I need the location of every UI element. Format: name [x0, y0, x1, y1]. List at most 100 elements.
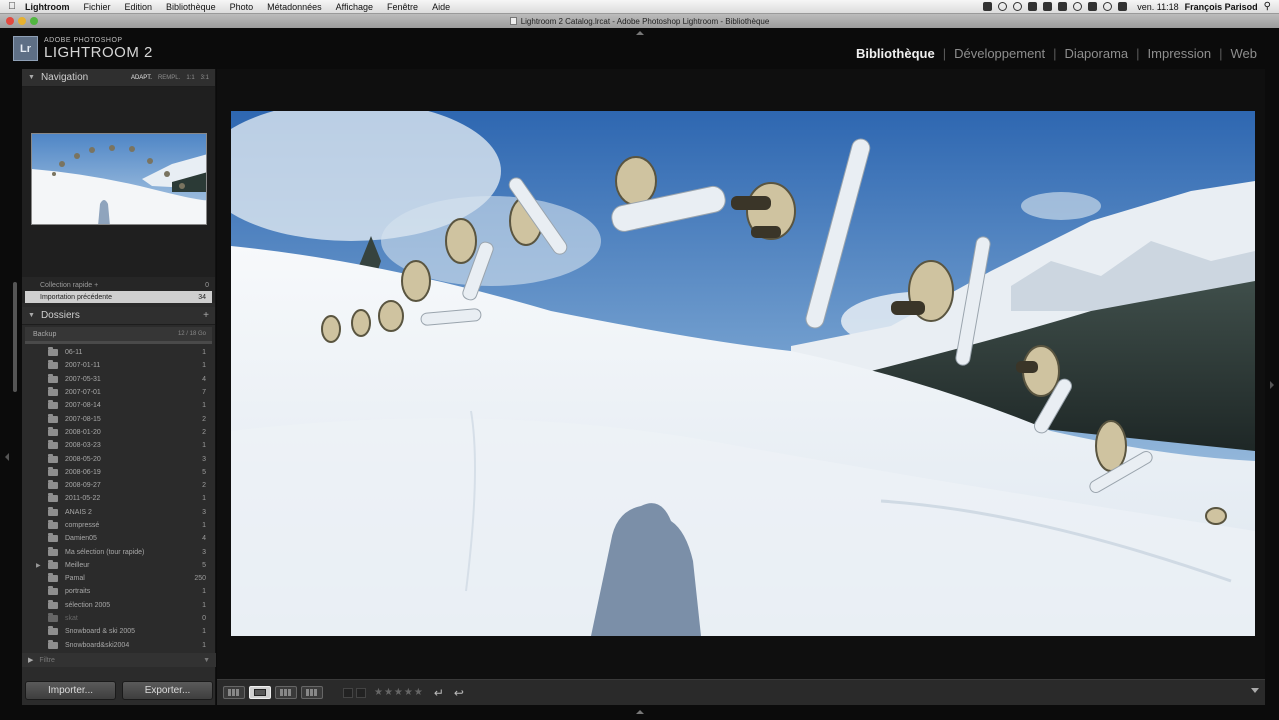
add-folder-icon[interactable]: +	[203, 310, 209, 321]
folder-item[interactable]: Snowboard & ski 2005 1	[22, 625, 215, 638]
folder-name: 2008-09-27	[65, 482, 101, 490]
folder-item[interactable]: sélection 2005 1	[22, 599, 215, 612]
left-panel-scrollbar[interactable]	[13, 282, 17, 392]
folder-icon	[48, 347, 58, 357]
loupe-view-button[interactable]	[249, 686, 271, 699]
module-bibliotheque[interactable]: Bibliothèque	[848, 46, 943, 61]
zoom-fit-option[interactable]: ADAPT.	[131, 75, 152, 81]
disclosure-triangle-icon[interactable]: ▼	[28, 312, 35, 319]
filter-dropdown-icon[interactable]: ▼	[203, 657, 210, 664]
menu-app[interactable]: Lightroom	[18, 2, 77, 12]
import-button[interactable]: Importer...	[25, 681, 116, 700]
menu-bibliotheque[interactable]: Bibliothèque	[159, 2, 223, 12]
collection-previous-import[interactable]: Importation précédente 34	[25, 291, 212, 303]
folder-item[interactable]: Pamal 250	[22, 572, 215, 585]
volume-icon[interactable]	[1088, 2, 1098, 11]
folder-item[interactable]: compressé 1	[22, 519, 215, 532]
folder-item[interactable]: 2007-08-15 2	[22, 412, 215, 425]
folder-item[interactable]: 2008-01-20 2	[22, 426, 215, 439]
filter-header[interactable]: ▶ Filtre ▼	[22, 653, 216, 667]
module-impression[interactable]: Impression	[1140, 46, 1220, 61]
menu-fenetre[interactable]: Fenêtre	[380, 2, 425, 12]
folder-item[interactable]: ▶ Meilleur 5	[22, 559, 215, 572]
folder-item[interactable]: 2007-05-31 4	[22, 373, 215, 386]
zoom-fill-option[interactable]: REMPL.	[158, 75, 180, 81]
menu-metadonnees[interactable]: Métadonnées	[260, 2, 329, 12]
grid-view-icon	[228, 689, 240, 696]
folder-name: Snowboard&ski2004	[65, 641, 130, 649]
toolbar-options-icon[interactable]	[1251, 688, 1259, 693]
navigator-header[interactable]: ▼ Navigation ADAPT. REMPL. 1:1 3:1	[22, 69, 215, 87]
folder-item[interactable]: skat 0	[22, 612, 215, 625]
survey-view-button[interactable]	[301, 686, 323, 699]
rotate-right-icon[interactable]: ↩	[454, 686, 464, 700]
dropbox-icon[interactable]	[983, 2, 993, 11]
grid-view-button[interactable]	[223, 686, 245, 699]
minimize-window-button[interactable]	[18, 17, 26, 25]
navigator-thumbnail[interactable]	[31, 133, 207, 225]
spotlight-icon[interactable]: ⚲	[1264, 1, 1271, 12]
disclosure-triangle-icon[interactable]: ▼	[28, 74, 35, 81]
top-panel-toggle-icon[interactable]	[636, 31, 644, 35]
menu-fichier[interactable]: Fichier	[77, 2, 118, 12]
expand-triangle-icon[interactable]: ▶	[36, 562, 48, 569]
folder-item[interactable]: Ma sélection (tour rapide) 3	[22, 545, 215, 558]
loupe-view-icon	[254, 689, 266, 696]
menu-affichage[interactable]: Affichage	[329, 2, 380, 12]
folders-header[interactable]: ▼ Dossiers +	[22, 307, 215, 325]
zoom-window-button[interactable]	[30, 17, 38, 25]
close-window-button[interactable]	[6, 17, 14, 25]
folder-item[interactable]: 2008-05-20 3	[22, 452, 215, 465]
folder-item[interactable]: 2007-01-11 1	[22, 359, 215, 372]
battery-icon[interactable]	[1118, 2, 1128, 11]
display-icon[interactable]	[1058, 2, 1068, 11]
module-developpement[interactable]: Développement	[946, 46, 1053, 61]
folder-item[interactable]: 2008-09-27 2	[22, 479, 215, 492]
star-rating[interactable]: ★★★★★	[374, 687, 424, 698]
folder-count: 1	[202, 362, 206, 370]
folder-item[interactable]: Snowboard&ski2004 1	[22, 639, 215, 652]
clock-status-icon[interactable]	[1073, 2, 1083, 11]
zoom-1-1-option[interactable]: 1:1	[186, 75, 194, 81]
bottom-panel-toggle-icon[interactable]	[636, 710, 644, 714]
folder-item[interactable]: 2008-06-19 5	[22, 466, 215, 479]
disclosure-triangle-icon[interactable]: ▶	[28, 656, 33, 664]
module-picker: Bibliothèque | Développement | Diaporama…	[848, 46, 1265, 61]
time-machine-icon[interactable]	[1013, 2, 1023, 11]
menu-user[interactable]: François Parisod	[1185, 2, 1258, 12]
wifi-icon[interactable]	[1103, 2, 1113, 11]
folder-item[interactable]: 2007-07-01 7	[22, 386, 215, 399]
left-panel-toggle-icon[interactable]	[5, 453, 9, 461]
menu-clock[interactable]: ven. 11:18	[1133, 2, 1178, 12]
sync-icon[interactable]	[998, 2, 1008, 11]
rotate-left-icon[interactable]: ↵	[434, 686, 444, 700]
menu-edition[interactable]: Edition	[118, 2, 160, 12]
volume-backup[interactable]: Backup 12 / 18 Go	[25, 327, 212, 341]
folder-item[interactable]: 2008-03-23 1	[22, 439, 215, 452]
bluetooth-icon[interactable]	[1043, 2, 1053, 11]
folder-item[interactable]: ANAIS 2 3	[22, 506, 215, 519]
folder-item[interactable]: 06-11 1	[22, 346, 215, 359]
folder-item[interactable]: 2011-05-22 1	[22, 492, 215, 505]
folder-item[interactable]: 2007-08-14 1	[22, 399, 215, 412]
zoom-3-1-option[interactable]: 3:1	[201, 75, 209, 81]
apple-menu-icon[interactable]: 	[0, 1, 18, 12]
pick-flag-icon[interactable]	[343, 687, 353, 698]
menu-aide[interactable]: Aide	[425, 2, 457, 12]
export-button[interactable]: Exporter...	[122, 681, 213, 700]
right-panel-toggle-icon[interactable]	[1270, 381, 1274, 389]
main-photo[interactable]	[231, 111, 1255, 636]
module-diaporama[interactable]: Diaporama	[1057, 46, 1137, 61]
app-status-icon[interactable]	[1028, 2, 1038, 11]
folder-name: skat	[65, 615, 78, 623]
folder-name: 2007-08-15	[65, 415, 101, 423]
folder-item[interactable]: Damien05 4	[22, 532, 215, 545]
folder-item[interactable]: portraits 1	[22, 585, 215, 598]
reject-flag-icon[interactable]	[356, 687, 366, 698]
collection-quick[interactable]: Collection rapide + 0	[22, 279, 215, 291]
compare-view-button[interactable]	[275, 686, 297, 699]
menu-photo[interactable]: Photo	[223, 2, 261, 12]
collection-count: 34	[198, 293, 206, 301]
folder-count: 1	[202, 495, 206, 503]
module-web[interactable]: Web	[1223, 46, 1266, 61]
